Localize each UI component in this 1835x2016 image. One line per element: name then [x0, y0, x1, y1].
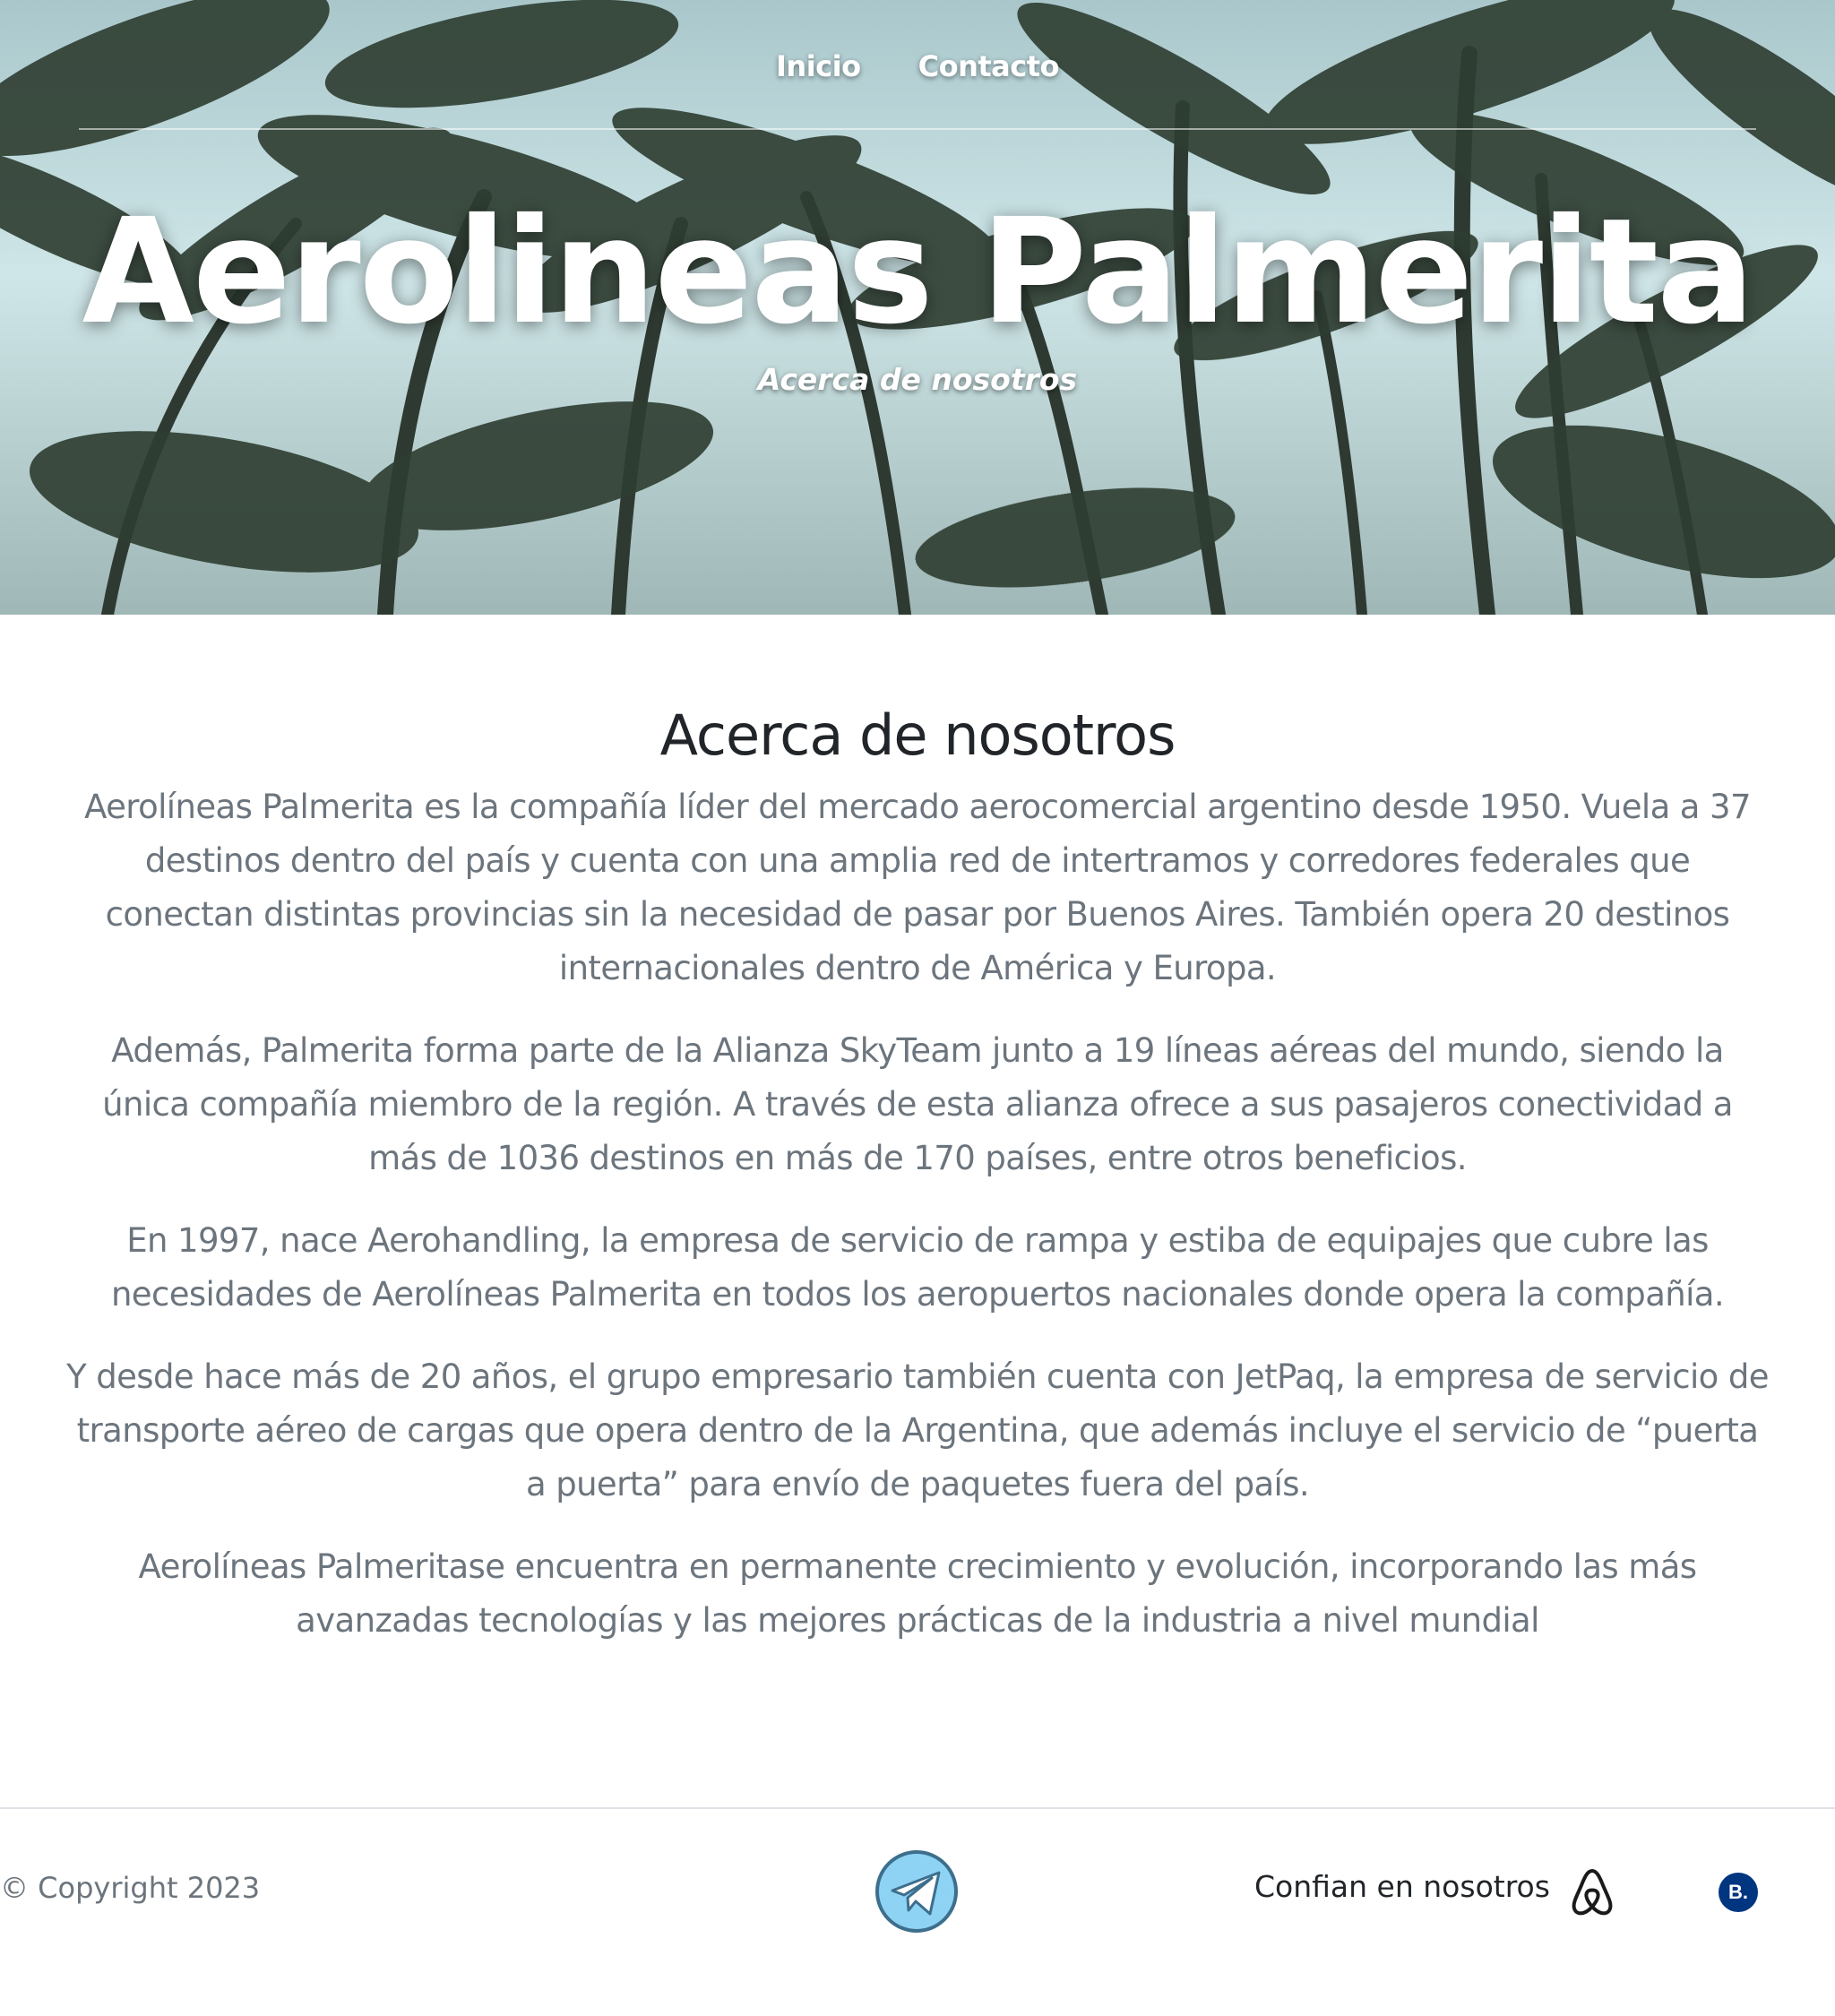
- trust-label: Confian en nosotros: [1254, 1869, 1550, 1904]
- about-section: Acerca de nosotros Aerolíneas Palmerita …: [0, 615, 1835, 1648]
- about-heading: Acerca de nosotros: [659, 702, 1176, 768]
- nav-link-contacto[interactable]: Contacto: [918, 49, 1060, 83]
- top-nav: Inicio Contacto: [0, 39, 1835, 93]
- about-paragraph: Y desde hace más de 20 años, el grupo em…: [66, 1357, 1769, 1503]
- booking-icon[interactable]: B.: [1719, 1873, 1758, 1912]
- hero-title: Aerolineas Palmerita: [82, 188, 1755, 357]
- nav-divider: [79, 128, 1756, 130]
- about-paragraph: Aerolíneas Palmerita es la compañía líde…: [84, 788, 1751, 987]
- hero-subtitle: Acerca de nosotros: [757, 362, 1078, 397]
- nav-link-inicio[interactable]: Inicio: [776, 49, 861, 83]
- airbnb-icon[interactable]: [1570, 1867, 1615, 1917]
- telegram-icon[interactable]: [874, 1849, 959, 1934]
- footer-divider: [0, 1807, 1835, 1809]
- about-paragraph: En 1997, nace Aerohandling, la empresa d…: [110, 1221, 1725, 1314]
- about-paragraph: Además, Palmerita forma parte de la Alia…: [102, 1031, 1733, 1177]
- about-paragraph: Aerolíneas Palmeritase encuentra en perm…: [138, 1547, 1698, 1640]
- copyright-text: © Copyright 2023: [0, 1871, 261, 1905]
- hero-banner: Inicio Contacto Aerolineas Palmerita Ace…: [0, 0, 1835, 615]
